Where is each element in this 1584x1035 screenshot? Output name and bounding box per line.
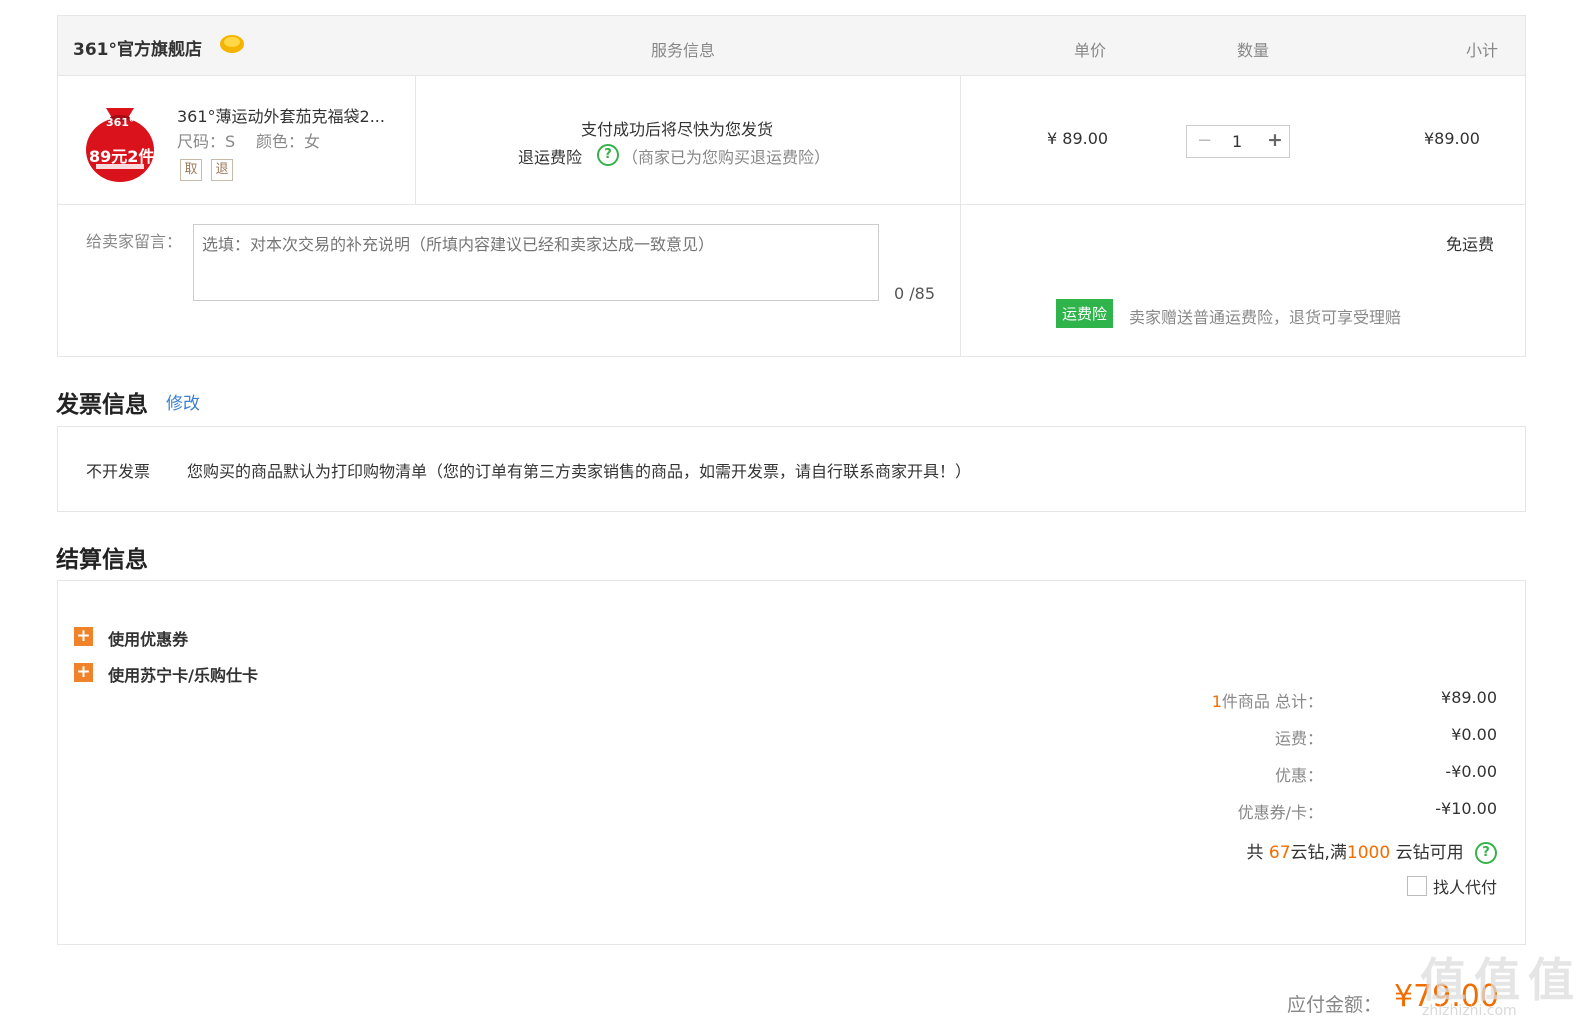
settlement-box: + 使用优惠券 + 使用苏宁卡/乐购仕卡 1件商品 总计： ¥89.00 运费：… [57,580,1526,945]
tag-return[interactable]: 退 [211,159,233,181]
pay-for-me-label[interactable]: 找人代付 [1433,878,1497,897]
return-insurance-label: 退运费险 [518,148,583,167]
item-total-label: 件商品 总计： [1221,692,1323,711]
invoice-edit-link[interactable]: 修改 [166,389,200,414]
help-icon[interactable]: ? [597,144,619,166]
quantity-value[interactable]: 1 [1232,132,1242,151]
invoice-type: 不开发票 [86,462,151,481]
invoice-title: 发票信息 [56,392,148,418]
use-coupon-row[interactable]: + 使用优惠券 [74,626,188,650]
product-badge-brand: 361° [106,116,135,129]
store-name[interactable]: 361°官方旗舰店 [73,35,202,60]
decrement-button[interactable]: − [1197,130,1212,151]
discount-value: -¥0.00 [1445,762,1497,781]
discount-label: 优惠： [1274,766,1323,785]
coupon-label: 优惠券/卡： [1237,803,1323,822]
watermark-url: zhizhizhi.com [1422,1003,1517,1019]
order-header [58,16,1525,76]
item-total-value: ¥89.00 [1441,688,1497,707]
product-badge-strip [96,164,144,169]
payable-label: 应付金额： [1287,994,1383,1016]
pay-for-me[interactable]: 找人代付 [1406,874,1497,898]
use-card-label[interactable]: 使用苏宁卡/乐购仕卡 [108,666,258,685]
pay-for-me-checkbox[interactable] [1406,876,1427,896]
service-header: 服务信息 [651,41,716,60]
shipping-label: 运费： [1274,729,1323,748]
invoice-desc: 您购买的商品默认为打印购物清单（您的订单有第三方卖家销售的商品，如需开发票，请自… [187,462,972,481]
help-icon[interactable]: ? [1475,842,1497,864]
quantity-stepper[interactable]: − 1 + [1186,125,1290,158]
increment-button[interactable]: + [1267,129,1283,151]
divider-v1 [415,76,416,204]
message-counter: 0 /85 [894,284,936,303]
freight-insurance-badge: 运费险 [1056,299,1114,328]
tag-pickup[interactable]: 取 [180,159,202,181]
invoice-box: 不开发票 您购买的商品默认为打印购物清单（您的订单有第三方卖家销售的商品，如需开… [57,426,1526,512]
message-label: 给卖家留言： [86,232,183,251]
unit-price-header: 单价 [1074,41,1107,60]
expand-icon[interactable]: + [74,663,93,682]
diamond-min: 1000 [1346,843,1391,863]
subtotal-header: 小计 [1466,41,1499,60]
use-coupon-label[interactable]: 使用优惠券 [108,630,188,649]
unit-price: ¥ 89.00 [1047,129,1109,148]
message-input[interactable] [193,224,879,301]
diamond-pre: 共 [1246,843,1269,863]
item-total-label-row: 1件商品 总计： [1212,688,1323,712]
shipping-value: ¥0.00 [1451,725,1497,744]
store-badge-icon [218,33,246,55]
product-title[interactable]: 361°薄运动外套茄克福袋2... [177,103,385,127]
return-insurance-note: （商家已为您购买退运费险） [622,148,831,167]
settlement-title: 结算信息 [56,547,148,573]
diamond-post: 云钻可用 [1390,843,1464,863]
product-size: 尺码：S [177,132,236,151]
quantity-header: 数量 [1237,41,1270,60]
divider-h [58,204,1525,205]
use-card-row[interactable]: + 使用苏宁卡/乐购仕卡 [74,662,258,686]
diamond-mid: 云钻,满 [1290,843,1347,863]
freight-insurance-note: 卖家赠送普通运费险，退货可享受理赔 [1129,308,1402,327]
subtotal: ¥89.00 [1424,129,1480,148]
diamond-info: 共 67云钻,满1000 云钻可用 ? [1246,838,1497,864]
divider-v2 [960,76,961,357]
shipping-note: 支付成功后将尽快为您发货 [581,120,774,139]
item-count: 1 [1211,692,1222,711]
order-box: 361°官方旗舰店 服务信息 单价 数量 小计 361° 89元2件 361°薄… [57,15,1526,357]
free-shipping: 免运费 [1446,235,1495,254]
watermark-logo: 值 值 值 [1420,953,1574,1007]
product-color: 颜色：女 [256,132,321,151]
diamond-count: 67 [1268,843,1291,863]
expand-icon[interactable]: + [74,627,93,646]
coupon-value: -¥10.00 [1435,799,1497,818]
